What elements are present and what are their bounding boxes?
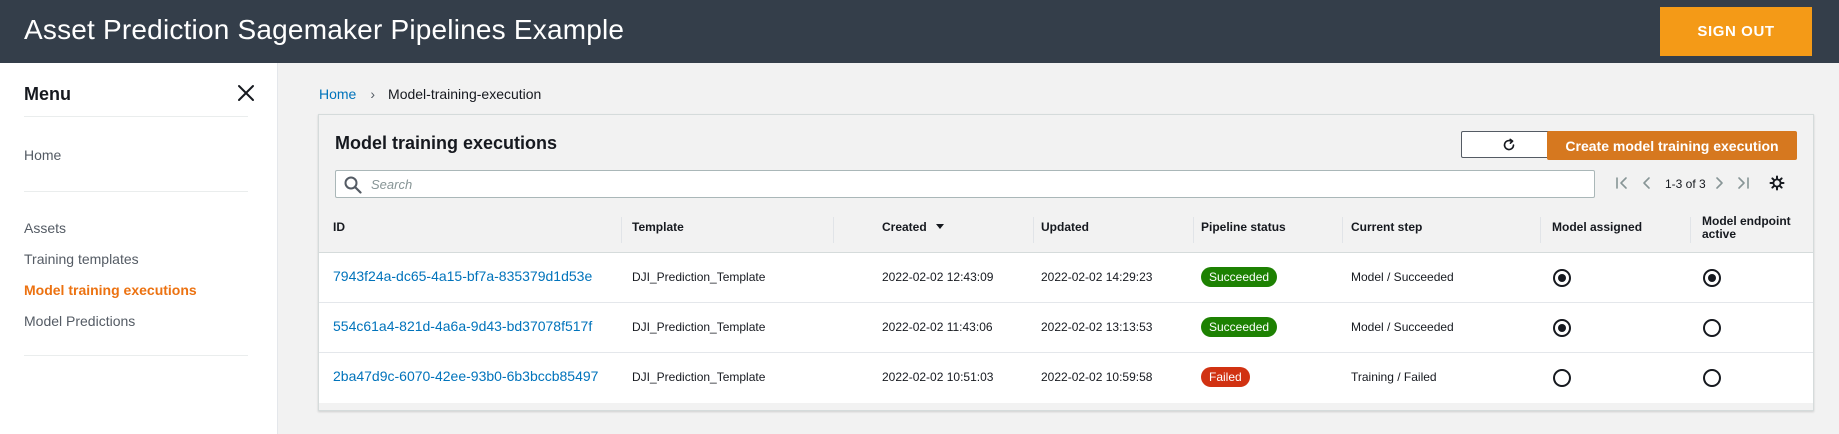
column-header-model-endpoint-active-line2: active bbox=[1702, 227, 1737, 241]
column-separator bbox=[1540, 217, 1541, 243]
search-icon bbox=[344, 176, 362, 194]
search-box bbox=[335, 170, 1595, 198]
column-header-id[interactable]: ID bbox=[333, 221, 345, 234]
column-separator bbox=[1690, 217, 1691, 243]
breadcrumb: Home › Model-training-execution bbox=[319, 86, 541, 102]
model-assigned-radio[interactable] bbox=[1553, 369, 1571, 387]
current-step-cell: Training / Failed bbox=[1351, 370, 1437, 384]
endpoint-active-radio[interactable] bbox=[1703, 319, 1721, 337]
status-badge: Succeeded bbox=[1201, 267, 1278, 287]
breadcrumb-separator: › bbox=[370, 86, 376, 102]
table-row: 554c61a4-821d-4a6a-9d43-bd37078f517f DJI… bbox=[319, 303, 1813, 353]
executions-table-panel: Model training executions Create model t… bbox=[318, 114, 1814, 411]
column-header-current-step[interactable]: Current step bbox=[1351, 221, 1422, 234]
created-cell: 2022-02-02 10:51:03 bbox=[882, 370, 994, 384]
table-row: 7943f24a-dc65-4a15-bf7a-835379d1d53e DJI… bbox=[319, 253, 1813, 303]
execution-id-link[interactable]: 554c61a4-821d-4a6a-9d43-bd37078f517f bbox=[333, 318, 592, 334]
template-cell: DJI_Prediction_Template bbox=[632, 270, 766, 284]
endpoint-active-radio[interactable] bbox=[1703, 269, 1721, 287]
sidebar-item-model-predictions[interactable]: Model Predictions bbox=[24, 313, 135, 329]
first-page-icon[interactable] bbox=[1614, 175, 1630, 191]
current-step-cell: Model / Succeeded bbox=[1351, 270, 1454, 284]
template-cell: DJI_Prediction_Template bbox=[632, 320, 766, 334]
column-separator bbox=[833, 217, 834, 243]
nav-divider bbox=[24, 355, 248, 356]
table-header: ID Template Created Updated Pipeline sta… bbox=[319, 207, 1813, 253]
sidebar: Menu Home Assets Training templates Mode… bbox=[0, 63, 278, 434]
breadcrumb-current: Model-training-execution bbox=[388, 86, 542, 102]
column-separator bbox=[1193, 217, 1194, 243]
close-icon[interactable] bbox=[235, 82, 257, 104]
column-header-model-assigned[interactable]: Model assigned bbox=[1552, 221, 1642, 234]
top-bar: Asset Prediction Sagemaker Pipelines Exa… bbox=[0, 0, 1839, 63]
created-cell: 2022-02-02 12:43:09 bbox=[882, 270, 994, 284]
column-header-template[interactable]: Template bbox=[632, 221, 684, 234]
column-separator bbox=[1342, 217, 1343, 243]
created-cell: 2022-02-02 11:43:06 bbox=[882, 320, 993, 334]
menu-title: Menu bbox=[24, 84, 71, 104]
column-header-created-label: Created bbox=[882, 220, 927, 234]
sign-out-button[interactable]: SIGN OUT bbox=[1660, 7, 1812, 56]
sidebar-item-home[interactable]: Home bbox=[24, 147, 61, 163]
next-page-icon[interactable] bbox=[1711, 175, 1727, 191]
current-step-cell: Model / Succeeded bbox=[1351, 320, 1454, 334]
refresh-button[interactable] bbox=[1461, 131, 1557, 158]
column-header-pipeline-status[interactable]: Pipeline status bbox=[1201, 221, 1286, 234]
column-separator bbox=[621, 217, 622, 243]
execution-id-link[interactable]: 2ba47d9c-6070-42ee-93b0-6b3bccb85497 bbox=[333, 368, 598, 384]
model-assigned-radio[interactable] bbox=[1553, 319, 1571, 337]
model-assigned-radio[interactable] bbox=[1553, 269, 1571, 287]
pagination-count: 1-3 of 3 bbox=[1665, 177, 1706, 191]
status-badge: Succeeded bbox=[1201, 317, 1278, 337]
sort-descending-icon bbox=[935, 224, 944, 229]
execution-id-link[interactable]: 7943f24a-dc65-4a15-bf7a-835379d1d53e bbox=[333, 268, 592, 284]
table-row: 2ba47d9c-6070-42ee-93b0-6b3bccb85497 DJI… bbox=[319, 353, 1813, 403]
template-cell: DJI_Prediction_Template bbox=[632, 370, 766, 384]
sidebar-item-model-training-executions[interactable]: Model training executions bbox=[24, 282, 197, 298]
menu-divider bbox=[24, 116, 248, 117]
search-input[interactable] bbox=[371, 174, 1571, 194]
status-badge: Failed bbox=[1201, 367, 1250, 387]
column-separator bbox=[1033, 217, 1034, 243]
sidebar-item-training-templates[interactable]: Training templates bbox=[24, 251, 139, 267]
endpoint-active-radio[interactable] bbox=[1703, 369, 1721, 387]
column-header-updated[interactable]: Updated bbox=[1041, 221, 1089, 234]
app-title: Asset Prediction Sagemaker Pipelines Exa… bbox=[24, 14, 625, 45]
updated-cell: 2022-02-02 10:59:58 bbox=[1041, 370, 1153, 384]
refresh-icon bbox=[1503, 138, 1515, 151]
create-model-training-execution-button[interactable]: Create model training execution bbox=[1547, 131, 1797, 160]
page-title: Model training executions bbox=[335, 133, 558, 153]
updated-cell: 2022-02-02 14:29:23 bbox=[1041, 270, 1153, 284]
gear-icon[interactable] bbox=[1769, 175, 1785, 191]
sidebar-item-assets[interactable]: Assets bbox=[24, 220, 66, 236]
column-header-created[interactable]: Created bbox=[882, 221, 944, 234]
nav-divider bbox=[24, 191, 248, 192]
column-header-model-endpoint-active[interactable]: Model endpoint active bbox=[1702, 215, 1791, 241]
prev-page-icon[interactable] bbox=[1639, 175, 1655, 191]
updated-cell: 2022-02-02 13:13:53 bbox=[1041, 320, 1153, 334]
last-page-icon[interactable] bbox=[1735, 175, 1751, 191]
breadcrumb-home-link[interactable]: Home bbox=[319, 86, 356, 102]
